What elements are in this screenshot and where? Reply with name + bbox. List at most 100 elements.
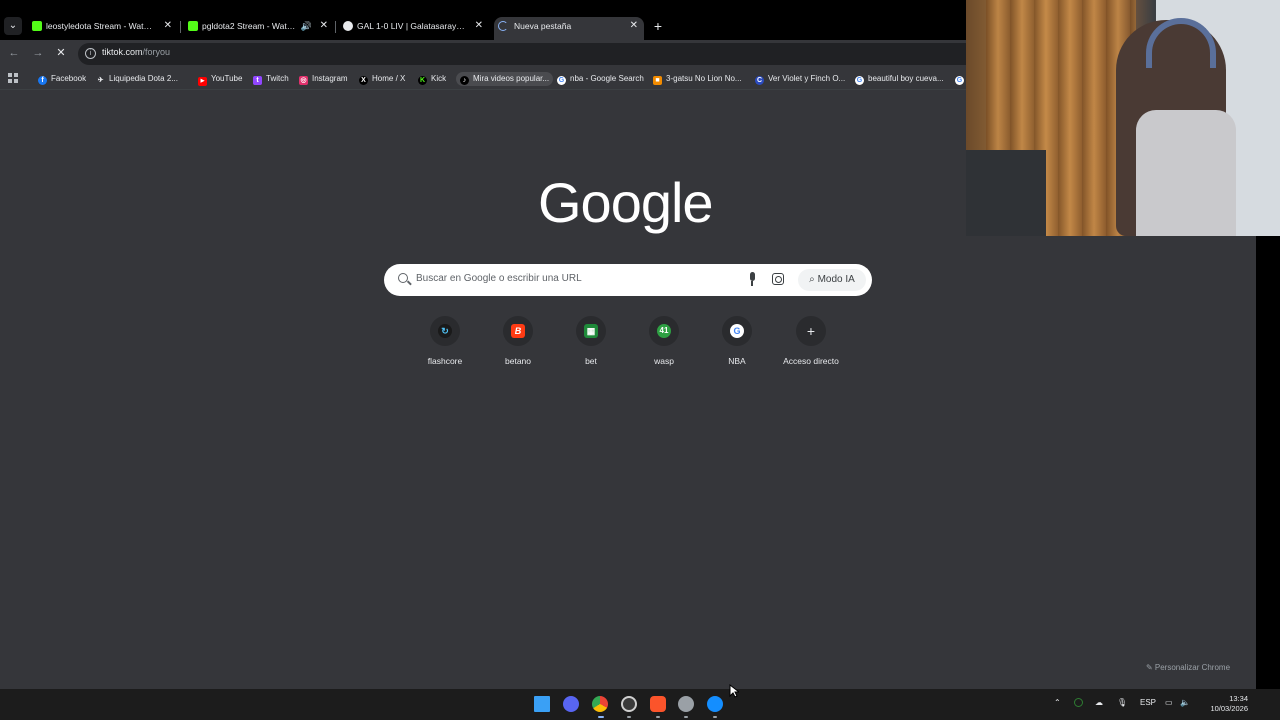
shortcut-icon-container: ↻	[430, 316, 460, 346]
shortcut-flashcore[interactable]: ↻ flashcore	[410, 316, 480, 372]
microphone-tray-icon[interactable]: 🎙	[1117, 698, 1127, 707]
ai-mode-label: Modo IA	[817, 274, 855, 285]
bookmark-label: YouTube	[211, 74, 243, 83]
shortcut-icon-container: B	[503, 316, 533, 346]
battlenet-icon[interactable]	[707, 696, 723, 712]
url-text[interactable]: tiktok.com/foryou	[102, 47, 170, 57]
tray-overflow-chevron-icon[interactable]: ⌃	[1054, 698, 1061, 707]
bookmark-beautiful-boy[interactable]: Gbeautiful boy cueva...	[855, 72, 944, 86]
bookmark-label: Instagram	[312, 74, 348, 83]
liquipedia-icon: ✈	[96, 76, 105, 85]
google-lens-icon[interactable]	[772, 273, 784, 285]
search-placeholder[interactable]: Buscar en Google o escribir una URL	[416, 273, 582, 284]
bookmark-x[interactable]: X Home / X	[359, 72, 405, 86]
clock-time: 13:34	[1229, 694, 1248, 703]
bookmark-violet-finch[interactable]: C Ver Violet y Finch O...	[755, 72, 845, 86]
search-icon	[398, 273, 408, 283]
discord-icon[interactable]	[563, 696, 579, 712]
system-clock[interactable]: 13:34 10/03/2026	[1196, 694, 1248, 714]
tab-3-active[interactable]: Nueva pestaña ✕	[494, 17, 644, 40]
livescore-favicon-icon	[343, 21, 353, 31]
tab-close-icon[interactable]: ✕	[164, 17, 172, 35]
bookmark-label: Liquipedia Dota 2...	[109, 74, 178, 83]
chrome-icon[interactable]	[592, 696, 608, 712]
audio-playing-icon[interactable]: 🔊	[301, 17, 312, 35]
google-icon: G	[557, 76, 566, 85]
running-app-indicator	[684, 716, 688, 718]
apps-grid-icon[interactable]	[8, 73, 18, 83]
settings-icon[interactable]	[678, 696, 694, 712]
x-logo-icon: X	[359, 76, 368, 85]
tab-close-icon[interactable]: ✕	[320, 17, 328, 35]
tab-0[interactable]: leostyledota Stream - Watch Li… ✕	[28, 17, 178, 40]
search-box[interactable]: Buscar en Google o escribir una URL ⌕ Mo…	[384, 264, 872, 296]
bookmark-youtube[interactable]: ▶ YouTube	[198, 72, 242, 86]
shortcut-icon-container: +	[796, 316, 826, 346]
bookmark-label: Ver Violet y Finch O...	[768, 74, 846, 83]
mouse-cursor-icon	[729, 684, 739, 698]
tab-2[interactable]: GAL 1-0 LIV | Galatasaray v Live ✕	[339, 17, 489, 40]
betano-icon: B	[511, 324, 525, 338]
running-app-indicator	[656, 716, 660, 718]
ai-mode-button[interactable]: ⌕ Modo IA	[798, 269, 866, 291]
tab-separator	[335, 21, 336, 33]
shortcut-icon-container: 41	[649, 316, 679, 346]
bookmark-overflow[interactable]: G	[955, 72, 966, 86]
tab-close-icon[interactable]: ✕	[475, 17, 483, 35]
site-info-icon[interactable]: i	[85, 48, 96, 59]
google-logo: Google	[538, 171, 714, 234]
bookmark-liquipedia[interactable]: ✈ Liquipedia Dota 2...	[96, 72, 178, 86]
customize-chrome-button[interactable]: ✎ Personalizar Chrome	[1132, 658, 1244, 678]
instagram-icon: ◎	[299, 76, 308, 85]
bookmark-tiktok[interactable]: ♪ Mira videos popular...	[456, 72, 554, 86]
volume-icon[interactable]: 🔈	[1180, 698, 1190, 707]
windows-start-icon[interactable]	[534, 696, 550, 712]
shortcut-bet[interactable]: ▦ bet	[556, 316, 626, 372]
obs-icon[interactable]	[621, 696, 637, 712]
tab-title: GAL 1-0 LIV | Galatasaray v Live	[357, 21, 467, 31]
back-arrow-icon[interactable]: ←	[7, 46, 21, 60]
brave-icon[interactable]	[650, 696, 666, 712]
bookmark-3-gatsu[interactable]: ■ 3-gatsu No Lion No...	[653, 72, 742, 86]
bookmark-nba-search[interactable]: Gnba - Google Search	[557, 72, 644, 86]
bookmark-facebook[interactable]: f Facebook	[38, 72, 86, 86]
bookmarks-bar: f Facebook ✈ Liquipedia Dota 2... ▶ YouTube…	[0, 68, 966, 90]
network-icon[interactable]: ▭	[1165, 698, 1173, 707]
microphone-icon[interactable]	[748, 272, 756, 286]
language-indicator[interactable]: ESP	[1140, 698, 1156, 707]
shortcut-label: bet	[585, 356, 597, 366]
running-app-indicator	[713, 716, 717, 718]
google-icon: G	[955, 76, 964, 85]
plus-icon: +	[806, 323, 816, 339]
shortcut-nba[interactable]: G NBA	[702, 316, 772, 372]
tab-1[interactable]: pgldota2 Stream - Watch Li… 🔊 ✕	[184, 17, 334, 40]
bookmark-twitch[interactable]: t Twitch	[253, 72, 289, 86]
shortcut-betano[interactable]: B betano	[483, 316, 553, 372]
bookmark-label: Mira videos popular...	[473, 74, 550, 83]
clock-date: 10/03/2026	[1210, 704, 1248, 713]
kick-favicon-icon	[188, 21, 198, 31]
tab-strip: ⌄ leostyledota Stream - Watch Li… ✕ pgld…	[0, 0, 966, 40]
tab-search-chevron-icon[interactable]: ⌄	[4, 17, 22, 35]
address-bar[interactable]: i tiktok.com/foryou	[78, 43, 966, 65]
shortcut-label: NBA	[728, 356, 746, 366]
forward-arrow-icon[interactable]: →	[31, 46, 45, 60]
bookmark-label: beautiful boy cueva...	[868, 74, 944, 83]
bookmark-kick[interactable]: K Kick	[418, 72, 446, 86]
stop-loading-icon[interactable]: ✕	[54, 46, 68, 60]
shortcut-wasp[interactable]: 41 wasp	[629, 316, 699, 372]
cuevana-icon: C	[755, 76, 764, 85]
steam-tray-icon[interactable]: ☁	[1095, 698, 1103, 707]
bookmark-label: Home / X	[372, 74, 406, 83]
url-path: /foryou	[142, 47, 171, 57]
google-icon: G	[855, 76, 864, 85]
tray-app-icon[interactable]	[1074, 698, 1083, 707]
bookmark-label: 3-gatsu No Lion No...	[666, 74, 742, 83]
flashscore-icon: ↻	[438, 324, 452, 338]
tab-title: pgldota2 Stream - Watch Li…	[202, 21, 298, 31]
shortcut-add[interactable]: + Acceso directo	[776, 316, 846, 372]
bookmark-instagram[interactable]: ◎ Instagram	[299, 72, 348, 86]
new-tab-plus-icon[interactable]: +	[650, 17, 666, 35]
webcam-overlay	[966, 0, 1280, 236]
tab-close-icon[interactable]: ✕	[630, 17, 638, 35]
